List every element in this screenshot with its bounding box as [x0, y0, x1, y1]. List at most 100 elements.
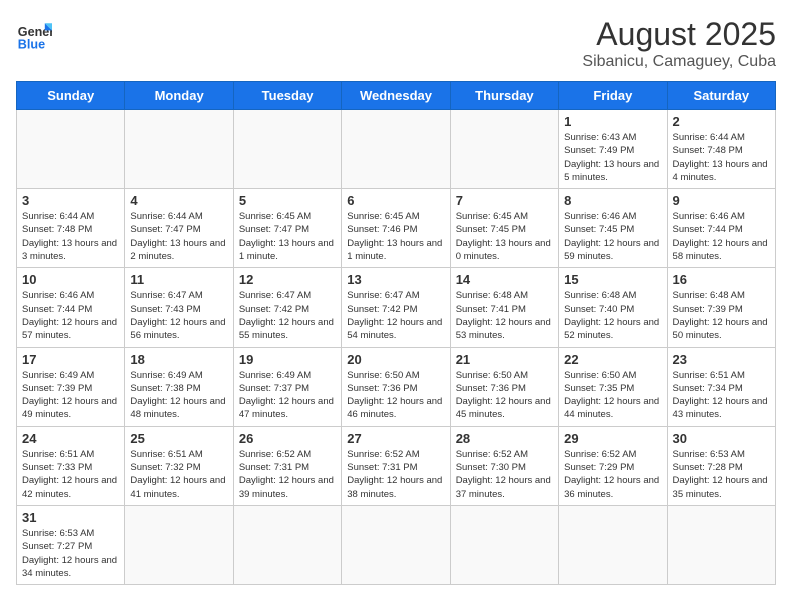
day-number: 18 [130, 352, 227, 367]
day-number: 8 [564, 193, 661, 208]
month-title: August 2025 [582, 16, 776, 53]
day-number: 17 [22, 352, 119, 367]
weekday-header-sunday: Sunday [17, 82, 125, 110]
day-number: 24 [22, 431, 119, 446]
calendar-cell: 10 Sunrise: 6:46 AM Sunset: 7:44 PM Dayli… [17, 268, 125, 347]
calendar-cell: 28 Sunrise: 6:52 AM Sunset: 7:30 PM Dayli… [450, 426, 558, 505]
day-info: Sunrise: 6:46 AM Sunset: 7:45 PM Dayligh… [564, 210, 661, 263]
day-number: 31 [22, 510, 119, 525]
calendar-cell: 4 Sunrise: 6:44 AM Sunset: 7:47 PM Daylig… [125, 189, 233, 268]
calendar-cell: 18 Sunrise: 6:49 AM Sunset: 7:38 PM Dayli… [125, 347, 233, 426]
calendar-cell: 1 Sunrise: 6:43 AM Sunset: 7:49 PM Daylig… [559, 110, 667, 189]
calendar-week-row: 3 Sunrise: 6:44 AM Sunset: 7:48 PM Daylig… [17, 189, 776, 268]
day-number: 4 [130, 193, 227, 208]
weekday-header-tuesday: Tuesday [233, 82, 341, 110]
svg-text:Blue: Blue [18, 37, 45, 51]
calendar-cell [125, 505, 233, 584]
calendar-cell: 17 Sunrise: 6:49 AM Sunset: 7:39 PM Dayli… [17, 347, 125, 426]
weekday-header-saturday: Saturday [667, 82, 775, 110]
calendar-cell: 30Sunrise: 6:53 AM Sunset: 7:28 PM Dayli… [667, 426, 775, 505]
day-info: Sunrise: 6:48 AM Sunset: 7:41 PM Dayligh… [456, 289, 553, 342]
day-number: 15 [564, 272, 661, 287]
weekday-header-row: SundayMondayTuesdayWednesdayThursdayFrid… [17, 82, 776, 110]
calendar-cell: 9Sunrise: 6:46 AM Sunset: 7:44 PM Daylig… [667, 189, 775, 268]
calendar-week-row: 1 Sunrise: 6:43 AM Sunset: 7:49 PM Daylig… [17, 110, 776, 189]
day-number: 11 [130, 272, 227, 287]
calendar-cell: 31 Sunrise: 6:53 AM Sunset: 7:27 PM Dayli… [17, 505, 125, 584]
day-info: Sunrise: 6:44 AM Sunset: 7:47 PM Dayligh… [130, 210, 227, 263]
calendar-cell [17, 110, 125, 189]
calendar-cell: 7Sunrise: 6:45 AM Sunset: 7:45 PM Daylig… [450, 189, 558, 268]
calendar-cell: 23 Sunrise: 6:51 AM Sunset: 7:34 PM Dayli… [667, 347, 775, 426]
day-number: 3 [22, 193, 119, 208]
day-info: Sunrise: 6:44 AM Sunset: 7:48 PM Dayligh… [673, 131, 770, 184]
day-info: Sunrise: 6:51 AM Sunset: 7:34 PM Dayligh… [673, 369, 770, 422]
calendar-cell [450, 110, 558, 189]
day-number: 27 [347, 431, 444, 446]
day-info: Sunrise: 6:49 AM Sunset: 7:37 PM Dayligh… [239, 369, 336, 422]
calendar-cell: 14 Sunrise: 6:48 AM Sunset: 7:41 PM Dayli… [450, 268, 558, 347]
calendar-cell: 11 Sunrise: 6:47 AM Sunset: 7:43 PM Dayli… [125, 268, 233, 347]
day-info: Sunrise: 6:45 AM Sunset: 7:46 PM Dayligh… [347, 210, 444, 263]
title-block: August 2025 Sibanicu, Camaguey, Cuba [582, 16, 776, 71]
day-info: Sunrise: 6:47 AM Sunset: 7:42 PM Dayligh… [347, 289, 444, 342]
day-number: 21 [456, 352, 553, 367]
day-number: 25 [130, 431, 227, 446]
calendar-cell: 20 Sunrise: 6:50 AM Sunset: 7:36 PM Dayli… [342, 347, 450, 426]
day-info: Sunrise: 6:48 AM Sunset: 7:39 PM Dayligh… [673, 289, 770, 342]
calendar-cell: 2 Sunrise: 6:44 AM Sunset: 7:48 PM Daylig… [667, 110, 775, 189]
day-info: Sunrise: 6:52 AM Sunset: 7:30 PM Dayligh… [456, 448, 553, 501]
calendar-cell: 15 Sunrise: 6:48 AM Sunset: 7:40 PM Dayli… [559, 268, 667, 347]
weekday-header-friday: Friday [559, 82, 667, 110]
day-info: Sunrise: 6:47 AM Sunset: 7:43 PM Dayligh… [130, 289, 227, 342]
day-number: 2 [673, 114, 770, 129]
calendar-cell: 29Sunrise: 6:52 AM Sunset: 7:29 PM Dayli… [559, 426, 667, 505]
day-number: 20 [347, 352, 444, 367]
day-number: 5 [239, 193, 336, 208]
day-info: Sunrise: 6:44 AM Sunset: 7:48 PM Dayligh… [22, 210, 119, 263]
calendar-cell: 8 Sunrise: 6:46 AM Sunset: 7:45 PM Daylig… [559, 189, 667, 268]
calendar-table: SundayMondayTuesdayWednesdayThursdayFrid… [16, 81, 776, 585]
calendar-cell [667, 505, 775, 584]
weekday-header-thursday: Thursday [450, 82, 558, 110]
day-number: 10 [22, 272, 119, 287]
day-number: 23 [673, 352, 770, 367]
day-number: 30 [673, 431, 770, 446]
day-info: Sunrise: 6:51 AM Sunset: 7:32 PM Dayligh… [130, 448, 227, 501]
day-info: Sunrise: 6:52 AM Sunset: 7:31 PM Dayligh… [347, 448, 444, 501]
day-info: Sunrise: 6:50 AM Sunset: 7:36 PM Dayligh… [456, 369, 553, 422]
day-info: Sunrise: 6:46 AM Sunset: 7:44 PM Dayligh… [22, 289, 119, 342]
calendar-week-row: 17 Sunrise: 6:49 AM Sunset: 7:39 PM Dayli… [17, 347, 776, 426]
day-info: Sunrise: 6:53 AM Sunset: 7:27 PM Dayligh… [22, 527, 119, 580]
calendar-cell: 16 Sunrise: 6:48 AM Sunset: 7:39 PM Dayli… [667, 268, 775, 347]
day-info: Sunrise: 6:50 AM Sunset: 7:36 PM Dayligh… [347, 369, 444, 422]
day-number: 1 [564, 114, 661, 129]
day-info: Sunrise: 6:48 AM Sunset: 7:40 PM Dayligh… [564, 289, 661, 342]
day-number: 14 [456, 272, 553, 287]
calendar-cell: 21 Sunrise: 6:50 AM Sunset: 7:36 PM Dayli… [450, 347, 558, 426]
calendar-cell [233, 505, 341, 584]
logo: General Blue [16, 16, 52, 52]
day-info: Sunrise: 6:49 AM Sunset: 7:38 PM Dayligh… [130, 369, 227, 422]
day-number: 16 [673, 272, 770, 287]
day-info: Sunrise: 6:49 AM Sunset: 7:39 PM Dayligh… [22, 369, 119, 422]
logo-icon: General Blue [16, 16, 52, 52]
calendar-cell: 26Sunrise: 6:52 AM Sunset: 7:31 PM Dayli… [233, 426, 341, 505]
calendar-week-row: 10 Sunrise: 6:46 AM Sunset: 7:44 PM Dayli… [17, 268, 776, 347]
calendar-cell: 12Sunrise: 6:47 AM Sunset: 7:42 PM Dayli… [233, 268, 341, 347]
day-info: Sunrise: 6:52 AM Sunset: 7:31 PM Dayligh… [239, 448, 336, 501]
calendar-cell [342, 505, 450, 584]
day-number: 22 [564, 352, 661, 367]
day-info: Sunrise: 6:50 AM Sunset: 7:35 PM Dayligh… [564, 369, 661, 422]
calendar-cell: 5Sunrise: 6:45 AM Sunset: 7:47 PM Daylig… [233, 189, 341, 268]
calendar-cell: 24 Sunrise: 6:51 AM Sunset: 7:33 PM Dayli… [17, 426, 125, 505]
day-info: Sunrise: 6:46 AM Sunset: 7:44 PM Dayligh… [673, 210, 770, 263]
day-info: Sunrise: 6:43 AM Sunset: 7:49 PM Dayligh… [564, 131, 661, 184]
calendar-week-row: 24 Sunrise: 6:51 AM Sunset: 7:33 PM Dayli… [17, 426, 776, 505]
day-info: Sunrise: 6:51 AM Sunset: 7:33 PM Dayligh… [22, 448, 119, 501]
day-number: 12 [239, 272, 336, 287]
calendar-week-row: 31 Sunrise: 6:53 AM Sunset: 7:27 PM Dayli… [17, 505, 776, 584]
day-number: 28 [456, 431, 553, 446]
calendar-cell [342, 110, 450, 189]
day-info: Sunrise: 6:52 AM Sunset: 7:29 PM Dayligh… [564, 448, 661, 501]
